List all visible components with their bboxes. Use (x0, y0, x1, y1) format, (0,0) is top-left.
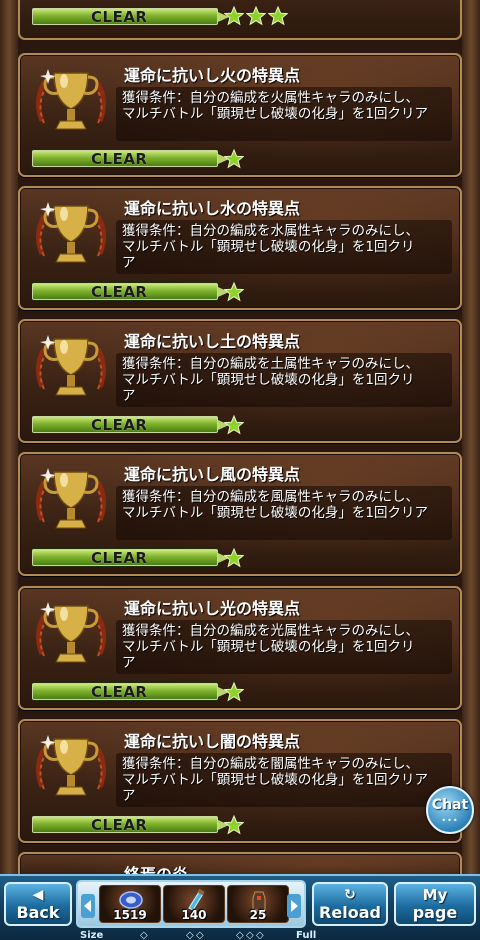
size-label: Size (80, 930, 104, 940)
achievement-title: 運命に抗いし闇の特異点 (124, 732, 301, 751)
item-slot-treasure[interactable]: 25 (227, 885, 289, 923)
trophy-icon (36, 69, 106, 130)
clear-bar: CLEAR (32, 283, 229, 301)
condition-line: ア (122, 388, 136, 404)
condition-line: マルチバトル「顕現せし破壊の化身」を1回クリア (122, 106, 428, 122)
mypage-label-line1: My (422, 886, 448, 904)
condition-line: マルチバトル「顕現せし破壊の化身」を1回クリ (122, 239, 415, 255)
trophy-icon (36, 602, 106, 663)
achievement-condition: 獲得条件：自分の編成を水属性キャラのみにし、 マルチバトル「顕現せし破壊の化身」… (116, 220, 452, 274)
size-option-3b[interactable]: ◇ (246, 930, 254, 940)
reload-label: Reload (319, 903, 381, 922)
achievement-title: 運命に抗いし水の特異点 (124, 199, 301, 218)
back-label: Back (16, 903, 60, 922)
condition-line: ア (122, 255, 136, 271)
mypage-label-line2: page (412, 903, 458, 922)
size-option-1[interactable]: ◇ (140, 930, 148, 940)
achievement-condition: 獲得条件：自分の編成を光属性キャラのみにし、 マルチバトル「顕現せし破壊の化身」… (116, 620, 452, 674)
item-slot-crystal[interactable]: 1519 (99, 885, 161, 923)
star-icon (224, 415, 244, 435)
condition-line: マルチバトル「顕現せし破壊の化身」を1回クリ (122, 372, 415, 388)
achievement-title: 運命に抗いし火の特異点 (124, 66, 301, 85)
clear-label: CLEAR (91, 816, 148, 834)
achievement-condition: 獲得条件：自分の編成を土属性キャラのみにし、 マルチバトル「顕現せし破壊の化身」… (116, 353, 452, 407)
achievement-title: 運命に抗いし光の特異点 (124, 599, 301, 618)
item-slot-potion[interactable]: 140 (163, 885, 225, 923)
bottom-nav-bar: ◀ Back 1519 140 25 ↻ Reload My page Size… (0, 874, 480, 940)
mypage-button[interactable]: My page (394, 882, 476, 926)
clear-label: CLEAR (91, 8, 148, 26)
potion-count: 140 (181, 908, 207, 922)
item-prev-button[interactable] (81, 894, 95, 918)
reload-button[interactable]: ↻ Reload (312, 882, 388, 926)
achievement-title: 運命に抗いし土の特異点 (124, 332, 301, 351)
crystal-count: 1519 (113, 908, 147, 922)
treasure-count: 25 (249, 908, 267, 922)
back-arrow-icon: ◀ (32, 887, 44, 903)
condition-line: ア (122, 655, 136, 671)
star-icon (224, 815, 244, 835)
clear-bar: CLEAR (32, 8, 229, 26)
star-icon (246, 6, 266, 26)
size-option-2b[interactable]: ◇ (196, 930, 204, 940)
achievement-card[interactable]: 運命に抗いし光の特異点 獲得条件：自分の編成を光属性キャラのみにし、 マルチバト… (18, 586, 462, 710)
chat-dots-icon: ••• (441, 816, 459, 825)
achievement-card[interactable]: 運命に抗いし水の特異点 獲得条件：自分の編成を水属性キャラのみにし、 マルチバト… (18, 186, 462, 310)
star-icon (224, 6, 244, 26)
achievement-condition: 獲得条件：自分の編成を風属性キャラのみにし、 マルチバトル「顕現せし破壊の化身」… (116, 486, 452, 540)
size-option-2a[interactable]: ◇ (186, 930, 194, 940)
trophy-icon (36, 468, 106, 529)
achievement-card[interactable]: 運命に抗いし闇の特異点 獲得条件：自分の編成を闇属性キャラのみにし、 マルチバト… (18, 719, 462, 843)
size-option-3a[interactable]: ◇ (236, 930, 244, 940)
chat-button[interactable]: Chat ••• (426, 786, 474, 834)
achievement-condition: 獲得条件：自分の編成を火属性キャラのみにし、 マルチバトル「顕現せし破壊の化身」… (116, 87, 452, 141)
clear-label: CLEAR (91, 150, 148, 168)
clear-label: CLEAR (91, 549, 148, 567)
size-option-3c[interactable]: ◇ (256, 930, 264, 940)
back-button[interactable]: ◀ Back (4, 882, 72, 926)
clear-label: CLEAR (91, 283, 148, 301)
chevron-right-icon (291, 900, 298, 912)
condition-line: マルチバトル「顕現せし破壊の化身」を1回クリ (122, 639, 415, 655)
achievement-card-previous: CLEAR (18, 0, 462, 40)
achievement-card[interactable]: 運命に抗いし火の特異点 獲得条件：自分の編成を火属性キャラのみにし、 マルチバト… (18, 53, 462, 177)
clear-bar: CLEAR (32, 549, 229, 567)
condition-line: 獲得条件：自分の編成を闇属性キャラのみにし、 (122, 756, 419, 772)
full-label[interactable]: Full (296, 930, 316, 940)
achievement-list[interactable]: CLEAR 運命に抗いし火の特異点 獲得条件：自分の編成を火属性キャラのみにし、… (0, 0, 480, 882)
clear-label: CLEAR (91, 683, 148, 701)
star-icon (268, 6, 288, 26)
reload-icon: ↻ (344, 887, 356, 903)
chat-label: Chat (431, 797, 469, 813)
condition-line: 獲得条件：自分の編成を光属性キャラのみにし、 (122, 623, 419, 639)
trophy-icon (36, 735, 106, 796)
size-setting-row: Size ◇ ◇ ◇ ◇ ◇ ◇ Full (0, 930, 480, 940)
condition-line: 獲得条件：自分の編成を土属性キャラのみにし、 (122, 356, 419, 372)
star-icon (224, 548, 244, 568)
star-icon (224, 282, 244, 302)
item-next-button[interactable] (287, 894, 301, 918)
item-panel: 1519 140 25 (76, 880, 306, 928)
clear-bar: CLEAR (32, 416, 229, 434)
achievement-title: 運命に抗いし風の特異点 (124, 465, 301, 484)
condition-line: マルチバトル「顕現せし破壊の化身」を1回クリア (122, 505, 428, 521)
condition-line: ア (122, 788, 136, 804)
clear-bar: CLEAR (32, 816, 229, 834)
trophy-icon (36, 202, 106, 263)
clear-bar: CLEAR (32, 150, 229, 168)
clear-label: CLEAR (91, 416, 148, 434)
star-icon (224, 682, 244, 702)
achievement-condition: 獲得条件：自分の編成を闇属性キャラのみにし、 マルチバトル「顕現せし破壊の化身」… (116, 753, 452, 807)
clear-bar: CLEAR (32, 683, 229, 701)
trophy-icon (36, 335, 106, 396)
condition-line: 獲得条件：自分の編成を水属性キャラのみにし、 (122, 223, 419, 239)
star-icon (224, 149, 244, 169)
chevron-left-icon (84, 900, 91, 912)
condition-line: 獲得条件：自分の編成を風属性キャラのみにし、 (122, 489, 419, 505)
condition-line: マルチバトル「顕現せし破壊の化身」を1回クリア (122, 772, 428, 788)
achievement-card[interactable]: 運命に抗いし風の特異点 獲得条件：自分の編成を風属性キャラのみにし、 マルチバト… (18, 452, 462, 576)
condition-line: 獲得条件：自分の編成を火属性キャラのみにし、 (122, 90, 419, 106)
achievement-card[interactable]: 運命に抗いし土の特異点 獲得条件：自分の編成を土属性キャラのみにし、 マルチバト… (18, 319, 462, 443)
